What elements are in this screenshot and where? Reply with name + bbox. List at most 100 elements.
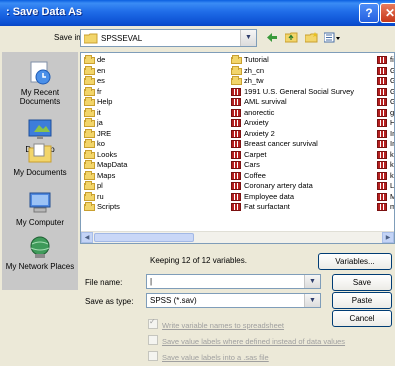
- checkbox-box[interactable]: [148, 317, 158, 329]
- data-file-item[interactable]: M: [377, 192, 394, 203]
- file-name-text: H: [390, 118, 395, 127]
- folder-item[interactable]: it: [84, 107, 127, 119]
- place-label: My Documents: [13, 168, 67, 177]
- cancel-button[interactable]: Cancel: [332, 310, 392, 327]
- file-name-text: M: [390, 192, 394, 201]
- folder-item[interactable]: zh_tw: [231, 76, 354, 87]
- file-name-combo[interactable]: | ▼: [146, 274, 321, 289]
- variables-button[interactable]: Variables...: [318, 253, 392, 270]
- folder-item[interactable]: pl: [84, 181, 127, 192]
- data-file-item[interactable]: In: [377, 139, 394, 150]
- file-name-text: ko: [97, 139, 105, 148]
- chevron-down-icon[interactable]: ▼: [240, 30, 256, 46]
- file-name-text: JRE: [97, 128, 112, 138]
- chevron-down-icon[interactable]: ▼: [304, 294, 320, 307]
- file-name-text: k: [390, 149, 394, 159]
- folder-item[interactable]: Maps: [84, 170, 127, 182]
- folder-item[interactable]: es: [84, 76, 127, 87]
- folder-item[interactable]: zh_cn: [231, 65, 354, 77]
- save-sas-file-checkbox[interactable]: Save value labels into a .sas file: [148, 351, 269, 362]
- checkbox-box[interactable]: [148, 351, 158, 361]
- spss-data-file-icon: [377, 98, 387, 106]
- data-file-item[interactable]: Anxiety 2: [231, 129, 354, 140]
- data-file-item[interactable]: 1991 U.S. General Social Survey: [231, 87, 354, 98]
- file-list[interactable]: de en es fr Help it ja JRE ko Looks MapData Maps pl r…: [80, 52, 395, 244]
- place-my-documents[interactable]: My Documents: [2, 140, 78, 177]
- data-file-item[interactable]: gl: [377, 108, 394, 119]
- save-in-dropdown[interactable]: SPSSEVAL ▼: [80, 29, 257, 47]
- folder-item[interactable]: fr: [84, 86, 127, 98]
- folder-item[interactable]: ko: [84, 139, 127, 150]
- spss-data-file-icon: [377, 66, 387, 75]
- file-name-text: Looks: [97, 149, 118, 159]
- data-file-item[interactable]: Carpet: [231, 150, 354, 161]
- spss-data-file-icon: [231, 171, 241, 180]
- folder-icon: [84, 170, 95, 180]
- data-file-item[interactable]: L: [377, 181, 394, 192]
- data-file-item[interactable]: k: [377, 160, 394, 171]
- file-name-input[interactable]: |: [150, 277, 152, 286]
- close-button[interactable]: ✕: [380, 3, 395, 23]
- spss-data-file-icon: [377, 87, 387, 96]
- folder-item[interactable]: Help: [84, 97, 127, 108]
- save-value-labels-checkbox[interactable]: Save value labels where defined instead …: [148, 335, 345, 346]
- folder-item[interactable]: JRE: [84, 128, 127, 140]
- write-variable-names-checkbox[interactable]: Write variable names to spreadsheet: [148, 317, 284, 330]
- data-file-item[interactable]: In: [377, 129, 394, 140]
- scroll-thumb[interactable]: [94, 233, 194, 242]
- data-file-item[interactable]: Anxiety: [231, 118, 354, 129]
- spss-data-file-icon: [231, 108, 241, 117]
- horizontal-scrollbar[interactable]: ◀ ▶: [81, 231, 394, 243]
- folder-item[interactable]: de: [84, 55, 127, 66]
- paste-button[interactable]: Paste: [332, 292, 392, 309]
- data-file-item[interactable]: anorectic: [231, 108, 354, 119]
- folder-item[interactable]: en: [84, 65, 127, 77]
- data-file-item[interactable]: m: [377, 202, 394, 213]
- save-as-type-label: Save as type:: [85, 297, 134, 306]
- data-file-item[interactable]: G: [377, 66, 394, 77]
- data-file-item[interactable]: G: [377, 87, 394, 98]
- place-network[interactable]: My Network Places: [2, 234, 78, 271]
- scroll-left-icon[interactable]: ◀: [81, 232, 93, 243]
- save-button[interactable]: Save: [332, 274, 392, 291]
- data-file-item[interactable]: AML survival: [231, 97, 354, 108]
- chevron-down-icon[interactable]: ▼: [304, 275, 320, 288]
- folder-item[interactable]: Scripts: [84, 202, 127, 213]
- data-file-item[interactable]: fi: [377, 55, 394, 66]
- place-my-computer[interactable]: My Computer: [2, 190, 78, 227]
- data-file-item[interactable]: k: [377, 149, 394, 161]
- spss-data-file-icon: [231, 150, 241, 159]
- file-name-text: anorectic: [244, 107, 275, 117]
- folder-item[interactable]: MapData: [84, 160, 127, 171]
- data-file-item[interactable]: k: [377, 171, 394, 182]
- new-folder-icon[interactable]: [304, 32, 318, 46]
- data-file-item[interactable]: H: [377, 118, 395, 129]
- folder-icon: [84, 76, 95, 85]
- data-file-item[interactable]: Breast cancer survival: [231, 139, 354, 150]
- help-button[interactable]: ?: [359, 3, 379, 23]
- my-computer-icon: [26, 190, 54, 216]
- data-file-item[interactable]: Coronary artery data: [231, 181, 354, 192]
- place-recent-documents[interactable]: My Recent Documents: [2, 60, 78, 106]
- spss-data-file-icon: [377, 203, 387, 211]
- data-file-item[interactable]: Coffee: [231, 171, 354, 182]
- back-icon[interactable]: [266, 32, 278, 46]
- folder-icon: [84, 128, 95, 138]
- data-file-item[interactable]: Cars: [231, 160, 354, 171]
- data-file-item[interactable]: G: [377, 76, 394, 87]
- folder-item[interactable]: ja: [84, 118, 127, 129]
- data-file-item[interactable]: Fat surfactant: [231, 202, 354, 213]
- save-as-type-dropdown[interactable]: SPSS (*.sav) ▼: [146, 293, 321, 308]
- scroll-right-icon[interactable]: ▶: [382, 232, 394, 243]
- folder-item[interactable]: ru: [84, 191, 127, 203]
- folder-item[interactable]: Tutorial: [231, 55, 354, 66]
- file-name-text: Employee data: [244, 191, 295, 201]
- data-file-item[interactable]: G: [377, 97, 394, 108]
- folder-item[interactable]: Looks: [84, 149, 127, 161]
- place-label: My Network Places: [5, 262, 75, 271]
- checkbox-box[interactable]: [148, 335, 158, 345]
- data-file-item[interactable]: Employee data: [231, 192, 354, 203]
- file-name-text: pl: [97, 181, 103, 190]
- views-menu-icon[interactable]: [323, 32, 341, 46]
- up-folder-icon[interactable]: [284, 32, 298, 46]
